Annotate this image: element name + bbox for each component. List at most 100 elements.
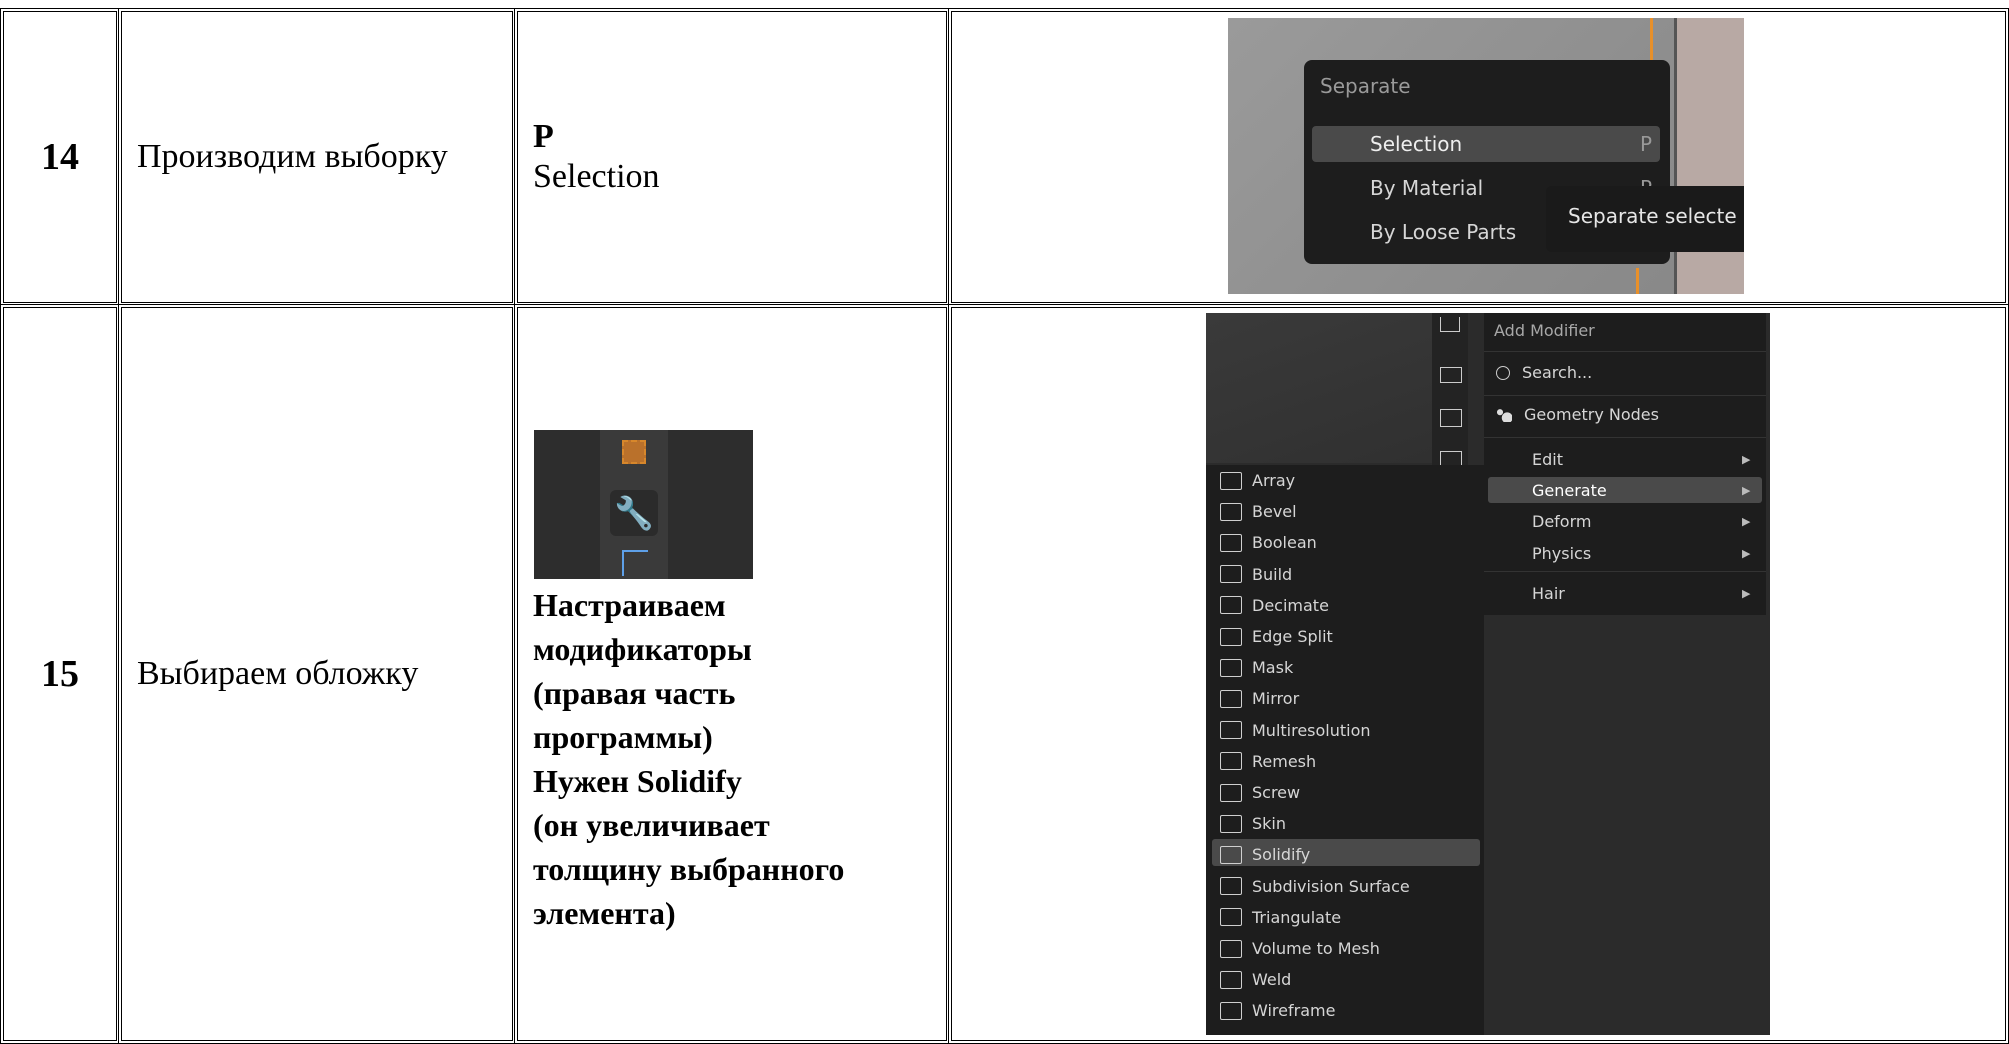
action-text: Производим выборку [137,138,448,175]
generate-item-label: Array [1252,471,1296,490]
generate-item-remesh[interactable]: Remesh [1220,752,1316,771]
menu-title: Separate [1320,74,1411,98]
row15-description-cell: 🔧 Настраиваем модификаторы (правая часть… [514,304,950,1044]
viewport [1206,313,1432,463]
add-modifier-menu: Add Modifier Search... Geometry Nodes Ed… [1484,313,1766,615]
generate-item-label: Mirror [1252,689,1300,709]
submenu-arrow-icon: ▶ [1742,515,1751,528]
generate-item-label: Triangulate [1252,907,1342,927]
generate-item-multiresolution[interactable]: Multiresolution [1220,721,1371,740]
remesh-icon [1220,752,1242,771]
description-line: толщину выбранного [533,851,845,887]
mask-icon [1220,658,1242,677]
generate-item-edge-split[interactable]: Edge Split [1220,627,1333,646]
edge-split-icon [1220,627,1242,646]
tooltip-text: Separate selecte [1568,204,1737,228]
category-hair[interactable]: Hair ▶ [1484,579,1766,607]
description-line: (правая часть [533,675,736,711]
generate-item-solidify[interactable]: Solidify [1220,845,1310,864]
render-icon[interactable] [1440,367,1462,383]
category-label: Hair [1532,584,1565,603]
build-icon [1220,565,1242,584]
description-line: модификаторы [533,631,752,667]
wireframe-icon [1220,1001,1242,1020]
skin-icon [1220,814,1242,833]
output-icon[interactable] [1440,409,1462,427]
description-line: элемента) [533,895,676,931]
generate-item-array[interactable]: Array [1220,471,1295,490]
mesh-edge-dark [1674,18,1677,294]
generate-item-label: Multiresolution [1252,720,1371,740]
subdivision-surface-icon [1220,877,1242,896]
boolean-icon [1220,533,1242,552]
row-number: 15 [41,653,79,695]
category-edit[interactable]: Edit ▶ [1484,445,1766,473]
triangulate-icon [1220,908,1242,927]
menu-item-by-loose-parts[interactable]: By Loose Parts [1312,214,1532,250]
tool-icon[interactable] [1440,317,1460,332]
geometry-nodes-item[interactable]: Geometry Nodes [1496,405,1659,424]
row14-num-cell: 14 [0,8,120,306]
search-placeholder: Search... [1522,363,1593,382]
generate-item-label: Screw [1252,783,1301,802]
generate-item-bevel[interactable]: Bevel [1220,502,1297,521]
generate-item-build[interactable]: Build [1220,565,1292,584]
generate-item-boolean[interactable]: Boolean [1220,533,1317,552]
description-text: Настраиваем модификаторы (правая часть п… [533,583,844,935]
category-deform[interactable]: Deform ▶ [1484,507,1766,535]
generate-item-wireframe[interactable]: Wireframe [1220,1001,1335,1020]
generate-item-label: Build [1252,564,1293,584]
add-modifier-screenshot: Add Modifier Search... Geometry Nodes Ed… [1206,313,1770,1035]
generate-item-label: Wireframe [1252,1001,1336,1021]
generate-item-mirror[interactable]: Mirror [1220,689,1299,708]
mesh-edge-right [1676,18,1744,294]
geometry-nodes-icon [1496,407,1512,422]
generate-item-label: Subdivision Surface [1252,876,1410,896]
wrench-icon: 🔧 [610,490,658,536]
generate-item-mask[interactable]: Mask [1220,658,1293,677]
menu-item-label: By Material [1370,176,1484,200]
generate-item-label: Volume to Mesh [1252,939,1380,958]
object-icon [622,440,646,464]
row15-action-cell: Выбираем обложку [118,304,516,1044]
action-text: Выбираем обложку [137,655,419,692]
multiresolution-icon [1220,721,1242,740]
generate-item-label: Skin [1252,814,1287,834]
generate-item-label: Weld [1252,970,1292,990]
description-line: Настраиваем [533,587,726,623]
volume-to-mesh-icon [1220,939,1242,958]
description-line: (он увеличивает [533,807,770,843]
category-label: Generate [1532,481,1607,500]
menu-item-selection[interactable]: Selection P [1312,126,1660,162]
row14-action-cell: Производим выборку [118,8,516,306]
menu-item-label: Selection [1370,132,1463,156]
category-physics[interactable]: Physics ▶ [1484,539,1766,567]
row14-hotkey-cell: P Selection [514,8,950,306]
generate-item-decimate[interactable]: Decimate [1220,596,1329,615]
hotkey-key: P [533,118,554,155]
row15-num-cell: 15 [0,304,120,1044]
item-label: Geometry Nodes [1524,405,1659,424]
search-field[interactable]: Search... [1496,363,1592,382]
array-icon [1220,471,1242,490]
menu-title: Add Modifier [1494,321,1595,340]
generate-item-label: Decimate [1252,595,1329,615]
generate-item-label: Remesh [1252,751,1317,771]
selected-edge-line [1636,268,1639,294]
description-line: Нужен Solidify [533,763,742,799]
generate-item-screw[interactable]: Screw [1220,783,1300,802]
submenu-arrow-icon: ▶ [1742,587,1751,600]
hotkey-command: Selection [533,158,660,195]
category-generate[interactable]: Generate ▶ [1488,477,1762,503]
generate-item-label: Mask [1252,658,1294,678]
generate-item-skin[interactable]: Skin [1220,814,1286,833]
properties-toolbar-screenshot: 🔧 [534,430,753,579]
mirror-icon [1220,689,1242,708]
generate-item-volume-to-mesh[interactable]: Volume to Mesh [1220,939,1380,958]
generate-item-weld[interactable]: Weld [1220,970,1291,989]
submenu-arrow-icon: ▶ [1742,547,1751,560]
weld-icon [1220,970,1242,989]
generate-submenu: Array Bevel Boolean Build Decimate Edge Split… [1206,465,1484,1035]
generate-item-triangulate[interactable]: Triangulate [1220,908,1341,927]
generate-item-subdivision-surface[interactable]: Subdivision Surface [1220,877,1410,896]
